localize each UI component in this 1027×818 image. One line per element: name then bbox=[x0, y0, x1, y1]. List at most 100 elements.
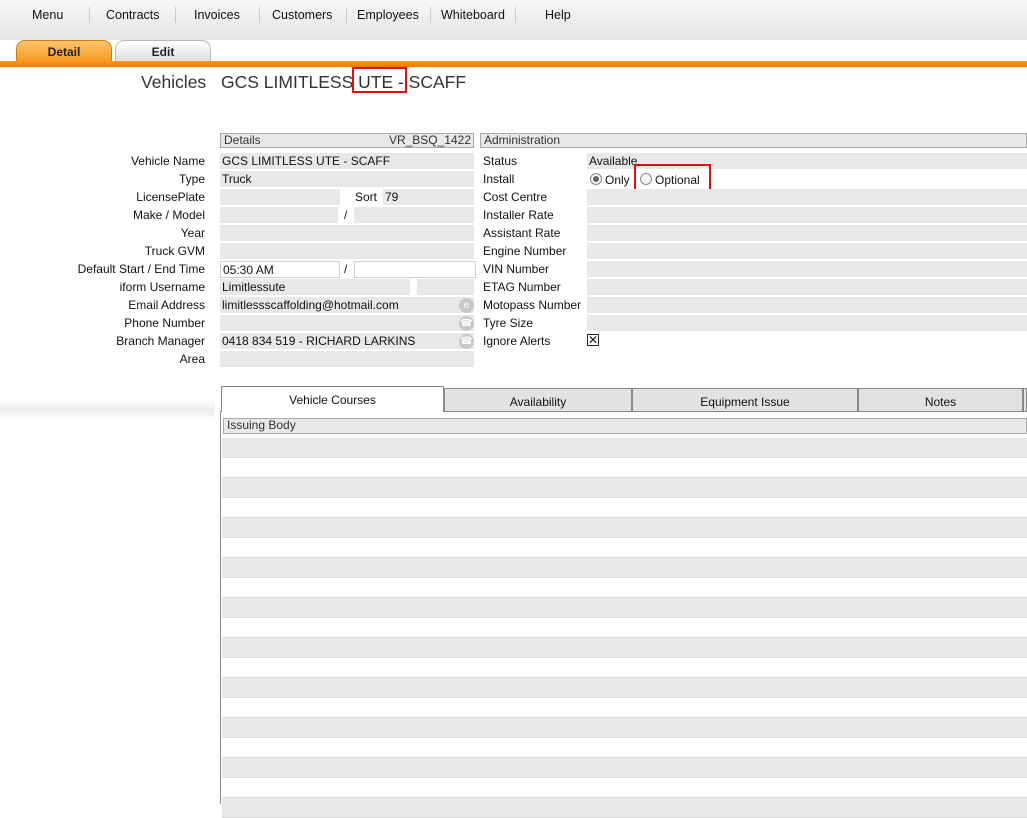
tab-availability[interactable]: Availability bbox=[444, 388, 632, 412]
details-panel-header: Details VR_BSQ_1422 bbox=[220, 133, 474, 148]
table-row[interactable] bbox=[222, 578, 1027, 598]
truck-gvm-field[interactable] bbox=[220, 243, 474, 260]
table-row[interactable] bbox=[222, 518, 1027, 538]
highlight-box-ute bbox=[352, 67, 407, 93]
license-plate-field[interactable] bbox=[220, 189, 340, 206]
details-header-label: Details bbox=[224, 133, 261, 147]
vin-number-label: VIN Number bbox=[483, 262, 550, 276]
table-row[interactable] bbox=[222, 438, 1027, 458]
menu-item-help[interactable]: Help bbox=[545, 8, 571, 22]
tab-vehicle-courses[interactable]: Vehicle Courses bbox=[221, 386, 444, 412]
page-title-prefix: GCS LIMITLESS bbox=[221, 72, 359, 92]
engine-number-label: Engine Number bbox=[483, 244, 567, 258]
iform-username-field[interactable]: Limitlessute bbox=[220, 279, 410, 296]
email-icon[interactable]: e bbox=[459, 298, 474, 313]
table-row[interactable] bbox=[222, 738, 1027, 758]
tyre-size-field[interactable] bbox=[587, 315, 1027, 332]
make-field[interactable] bbox=[220, 207, 338, 224]
install-only-label: Only bbox=[605, 173, 630, 187]
table-row[interactable] bbox=[222, 538, 1027, 558]
start-time-input[interactable]: 05:30 AM bbox=[220, 261, 340, 278]
motopass-number-label: Motopass Number bbox=[483, 298, 582, 312]
ignore-alerts-checkbox[interactable]: ✕ bbox=[587, 334, 599, 346]
year-label: Year bbox=[180, 226, 205, 240]
iform-extra-field[interactable] bbox=[417, 279, 474, 296]
etag-number-field[interactable] bbox=[587, 279, 1027, 296]
tab-equipment-issue[interactable]: Equipment Issue bbox=[632, 388, 858, 412]
vin-number-field[interactable] bbox=[587, 261, 1027, 278]
phone-icon[interactable]: ☎ bbox=[459, 316, 474, 331]
issuing-body-column-header: Issuing Body bbox=[223, 418, 1027, 434]
menu-item-menu[interactable]: Menu bbox=[32, 8, 63, 22]
email-label: Email Address bbox=[128, 298, 205, 312]
assistant-rate-label: Assistant Rate bbox=[483, 226, 561, 240]
menu-item-invoices[interactable]: Invoices bbox=[194, 8, 240, 22]
menu-divider bbox=[89, 7, 90, 23]
table-row[interactable] bbox=[222, 718, 1027, 738]
ignore-alerts-label: Ignore Alerts bbox=[483, 334, 551, 348]
type-field[interactable]: Truck bbox=[220, 171, 474, 188]
status-label: Status bbox=[483, 154, 518, 168]
menu-divider bbox=[259, 7, 260, 23]
tab-underline-bar bbox=[0, 61, 1027, 67]
installer-rate-field[interactable] bbox=[587, 207, 1027, 224]
menu-item-employees[interactable]: Employees bbox=[357, 8, 419, 22]
table-row[interactable] bbox=[222, 698, 1027, 718]
time-separator: / bbox=[344, 262, 348, 276]
end-time-input[interactable] bbox=[354, 261, 476, 278]
top-menu-bar: Menu Contracts Invoices Customers Employ… bbox=[0, 0, 1027, 40]
grid-left-border bbox=[220, 412, 221, 804]
type-label: Type bbox=[178, 172, 205, 186]
install-label: Install bbox=[483, 172, 515, 186]
email-field[interactable]: limitlessscaffolding@hotmail.com bbox=[220, 297, 474, 314]
branch-manager-label: Branch Manager bbox=[116, 334, 205, 348]
table-row[interactable] bbox=[222, 798, 1027, 818]
table-row[interactable] bbox=[222, 458, 1027, 478]
table-row[interactable] bbox=[222, 618, 1027, 638]
branch-phone-icon[interactable]: ☎ bbox=[459, 334, 474, 349]
menu-item-whiteboard[interactable]: Whiteboard bbox=[441, 8, 505, 22]
table-row[interactable] bbox=[222, 558, 1027, 578]
menu-divider bbox=[430, 7, 431, 23]
sort-label: Sort bbox=[355, 190, 378, 204]
year-field[interactable] bbox=[220, 225, 474, 242]
menu-item-contracts[interactable]: Contracts bbox=[106, 8, 160, 22]
tab-overflow bbox=[1023, 388, 1027, 412]
table-row[interactable] bbox=[222, 778, 1027, 798]
menu-divider bbox=[346, 7, 347, 23]
vehicle-name-field[interactable]: GCS LIMITLESS UTE - SCAFF bbox=[220, 153, 474, 170]
cost-centre-field[interactable] bbox=[587, 189, 1027, 206]
tab-detail[interactable]: Detail bbox=[16, 40, 112, 62]
admin-panel-header: Administration bbox=[480, 133, 1027, 148]
details-vehicle-code: VR_BSQ_1422 bbox=[388, 133, 471, 147]
installer-rate-label: Installer Rate bbox=[483, 208, 554, 222]
sort-field[interactable]: 79 bbox=[383, 189, 474, 206]
etag-number-label: ETAG Number bbox=[483, 280, 561, 294]
menu-divider bbox=[515, 7, 516, 23]
menu-item-customers[interactable]: Customers bbox=[272, 8, 332, 22]
table-row[interactable] bbox=[222, 498, 1027, 518]
tab-edit[interactable]: Edit bbox=[115, 40, 211, 62]
branch-manager-field[interactable]: 0418 834 519 - RICHARD LARKINS bbox=[220, 333, 474, 350]
phone-field[interactable] bbox=[220, 315, 474, 332]
table-row[interactable] bbox=[222, 598, 1027, 618]
status-value: Available bbox=[589, 154, 638, 168]
section-title: Vehicles bbox=[141, 72, 207, 92]
menu-divider bbox=[175, 7, 176, 23]
assistant-rate-field[interactable] bbox=[587, 225, 1027, 242]
area-label: Area bbox=[179, 352, 205, 366]
table-row[interactable] bbox=[222, 758, 1027, 778]
motopass-number-field[interactable] bbox=[587, 297, 1027, 314]
vehicle-name-label: Vehicle Name bbox=[130, 154, 205, 168]
install-only-radio[interactable] bbox=[590, 173, 602, 185]
tab-notes[interactable]: Notes bbox=[858, 388, 1023, 412]
make-model-separator: / bbox=[344, 208, 348, 222]
page-title: GCS LIMITLESS UTE - SCAFF bbox=[221, 72, 466, 93]
table-row[interactable] bbox=[222, 658, 1027, 678]
table-row[interactable] bbox=[222, 678, 1027, 698]
table-row[interactable] bbox=[222, 638, 1027, 658]
engine-number-field[interactable] bbox=[587, 243, 1027, 260]
model-field[interactable] bbox=[354, 207, 474, 224]
table-row[interactable] bbox=[222, 478, 1027, 498]
area-field[interactable] bbox=[220, 351, 474, 368]
